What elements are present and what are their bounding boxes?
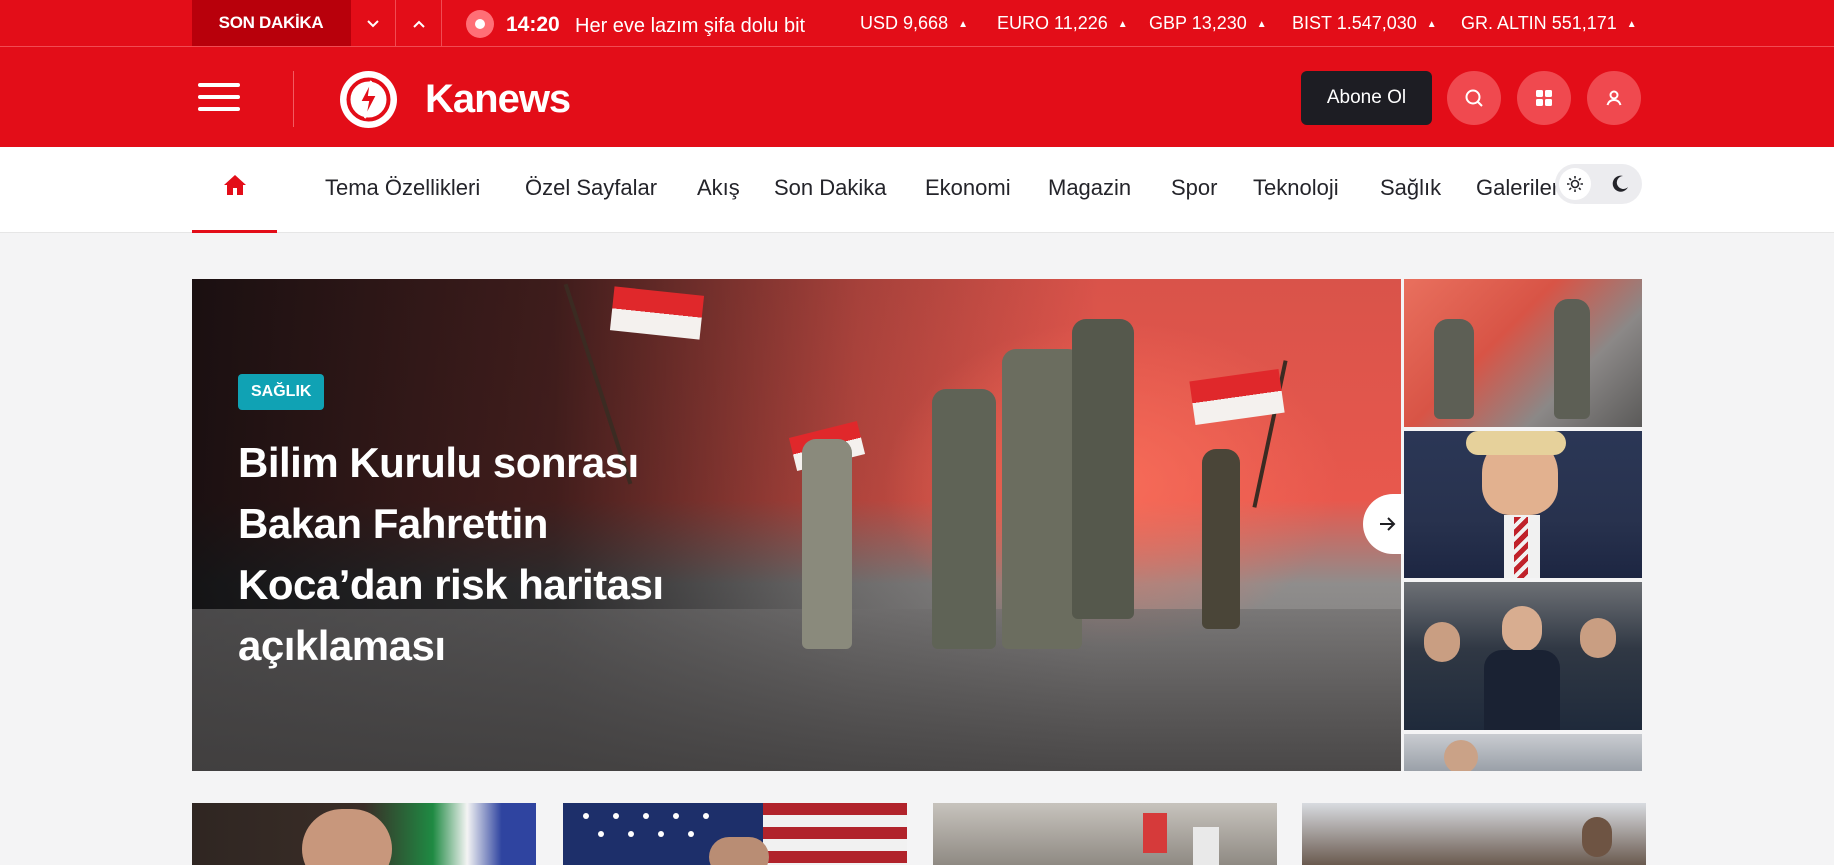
nav-item-son-dakika[interactable]: Son Dakika	[774, 147, 887, 229]
user-icon	[1606, 90, 1622, 106]
market-name: EURO	[997, 13, 1050, 33]
chevron-up-icon	[412, 20, 425, 28]
slider-thumbnail[interactable]	[1404, 582, 1642, 730]
account-button[interactable]	[1587, 71, 1641, 125]
caret-up-icon: ▲	[1117, 19, 1128, 30]
hero-slider[interactable]: SAĞLIK Bilim Kurulu sonrası Bakan Fahret…	[192, 279, 1401, 771]
search-button[interactable]	[1447, 71, 1501, 125]
apps-button[interactable]	[1517, 71, 1571, 125]
hero-headline[interactable]: Bilim Kurulu sonrası Bakan Fahrettin Koc…	[238, 432, 708, 676]
market-euro: EURO 11,226 ▲	[997, 0, 1128, 50]
market-name: GR. ALTIN	[1461, 13, 1547, 33]
ticker-prev-button[interactable]	[350, 0, 396, 46]
grid-icon	[1536, 90, 1552, 106]
card-sign	[1143, 813, 1167, 853]
hero-figure	[1002, 349, 1082, 649]
header-divider	[293, 71, 294, 127]
thumb-face	[1444, 740, 1478, 771]
thumb-figure	[1434, 319, 1474, 419]
ticker-next-button[interactable]	[396, 0, 442, 46]
chevron-down-icon	[367, 20, 379, 28]
caret-up-icon: ▲	[1256, 19, 1267, 30]
thumb-body	[1484, 650, 1560, 730]
live-indicator-icon	[466, 10, 494, 38]
market-name: BIST	[1292, 13, 1332, 33]
caret-up-icon: ▲	[1626, 19, 1637, 30]
top-ticker-bar: SON DAKİKA 14:20 Her eve lazım şifa dolu…	[0, 0, 1834, 47]
main-nav: Tema Özellikleri Özel Sayfalar Akış Son …	[0, 147, 1834, 233]
nav-item-galeriler[interactable]: Galeriler	[1476, 147, 1559, 229]
market-value: 551,171	[1551, 13, 1617, 33]
market-value: 9,668	[903, 13, 949, 33]
moon-icon	[1612, 175, 1628, 192]
caret-up-icon: ▲	[958, 19, 968, 30]
nav-item-ekonomi[interactable]: Ekonomi	[925, 147, 1011, 229]
ticker-time: 14:20	[506, 13, 560, 36]
card-face	[709, 837, 769, 865]
market-name: USD	[860, 13, 899, 33]
sun-icon	[1567, 176, 1583, 192]
slider-thumbnail[interactable]	[1404, 431, 1642, 578]
nav-item-tema-ozellikleri[interactable]: Tema Özellikleri	[325, 147, 480, 229]
caret-up-icon: ▲	[1426, 19, 1437, 30]
news-card-image[interactable]	[1302, 803, 1646, 865]
hero-figure	[1072, 319, 1134, 619]
market-value: 13,230	[1191, 13, 1247, 33]
thumb-hair	[1466, 431, 1566, 455]
subscribe-button[interactable]: Abone Ol	[1301, 71, 1432, 125]
slider-thumbnail[interactable]	[1404, 279, 1642, 427]
market-name: GBP	[1149, 13, 1187, 33]
search-icon	[1465, 89, 1483, 107]
thumb-face	[1580, 618, 1616, 658]
card-sign	[1193, 827, 1219, 865]
news-card-image[interactable]	[563, 803, 907, 865]
nav-item-spor[interactable]: Spor	[1171, 147, 1217, 229]
theme-toggle[interactable]	[1555, 164, 1642, 204]
hero-figure	[932, 389, 996, 649]
logo-icon[interactable]	[340, 71, 397, 128]
flag-image	[609, 286, 705, 340]
news-card-image[interactable]	[192, 803, 536, 865]
hero-figure	[802, 439, 852, 649]
nav-item-akis[interactable]: Akış	[697, 147, 740, 229]
nav-item-magazin[interactable]: Magazin	[1048, 147, 1131, 229]
home-icon	[224, 175, 246, 195]
logo-text[interactable]: Kanews	[425, 74, 571, 124]
thumb-figure	[1554, 299, 1590, 419]
thumb-tie	[1514, 517, 1528, 578]
nav-home[interactable]	[192, 147, 277, 233]
hero-figure	[1202, 449, 1240, 629]
card-face	[1582, 817, 1612, 857]
hamburger-icon[interactable]	[198, 83, 240, 111]
market-bist: BIST 1.547,030 ▲	[1292, 0, 1437, 50]
news-card-image[interactable]	[933, 803, 1277, 865]
site-header: Kanews Abone Ol	[0, 47, 1834, 147]
nav-item-ozel-sayfalar[interactable]: Özel Sayfalar	[525, 147, 657, 229]
thumb-face	[1424, 622, 1460, 662]
breaking-news-label[interactable]: SON DAKİKA	[192, 0, 350, 46]
category-badge[interactable]: SAĞLIK	[238, 374, 325, 410]
market-gbp: GBP 13,230 ▲	[1149, 0, 1267, 50]
card-face	[302, 809, 392, 865]
nav-items: Tema Özellikleri Özel Sayfalar Akış Son …	[0, 147, 1565, 233]
slider-thumbnail[interactable]	[1404, 734, 1642, 771]
thumb-face	[1502, 606, 1542, 652]
market-usd: USD 9,668 ▲	[860, 0, 968, 50]
market-gold: GR. ALTIN 551,171 ▲	[1461, 0, 1637, 50]
arrow-right-icon	[1380, 517, 1396, 531]
market-value: 1.547,030	[1336, 13, 1417, 33]
nav-item-saglik[interactable]: Sağlık	[1380, 147, 1441, 229]
ticker-headline[interactable]: Her eve lazım şifa dolu bit	[575, 0, 805, 52]
nav-item-teknoloji[interactable]: Teknoloji	[1253, 147, 1339, 229]
market-value: 11,226	[1054, 13, 1108, 33]
